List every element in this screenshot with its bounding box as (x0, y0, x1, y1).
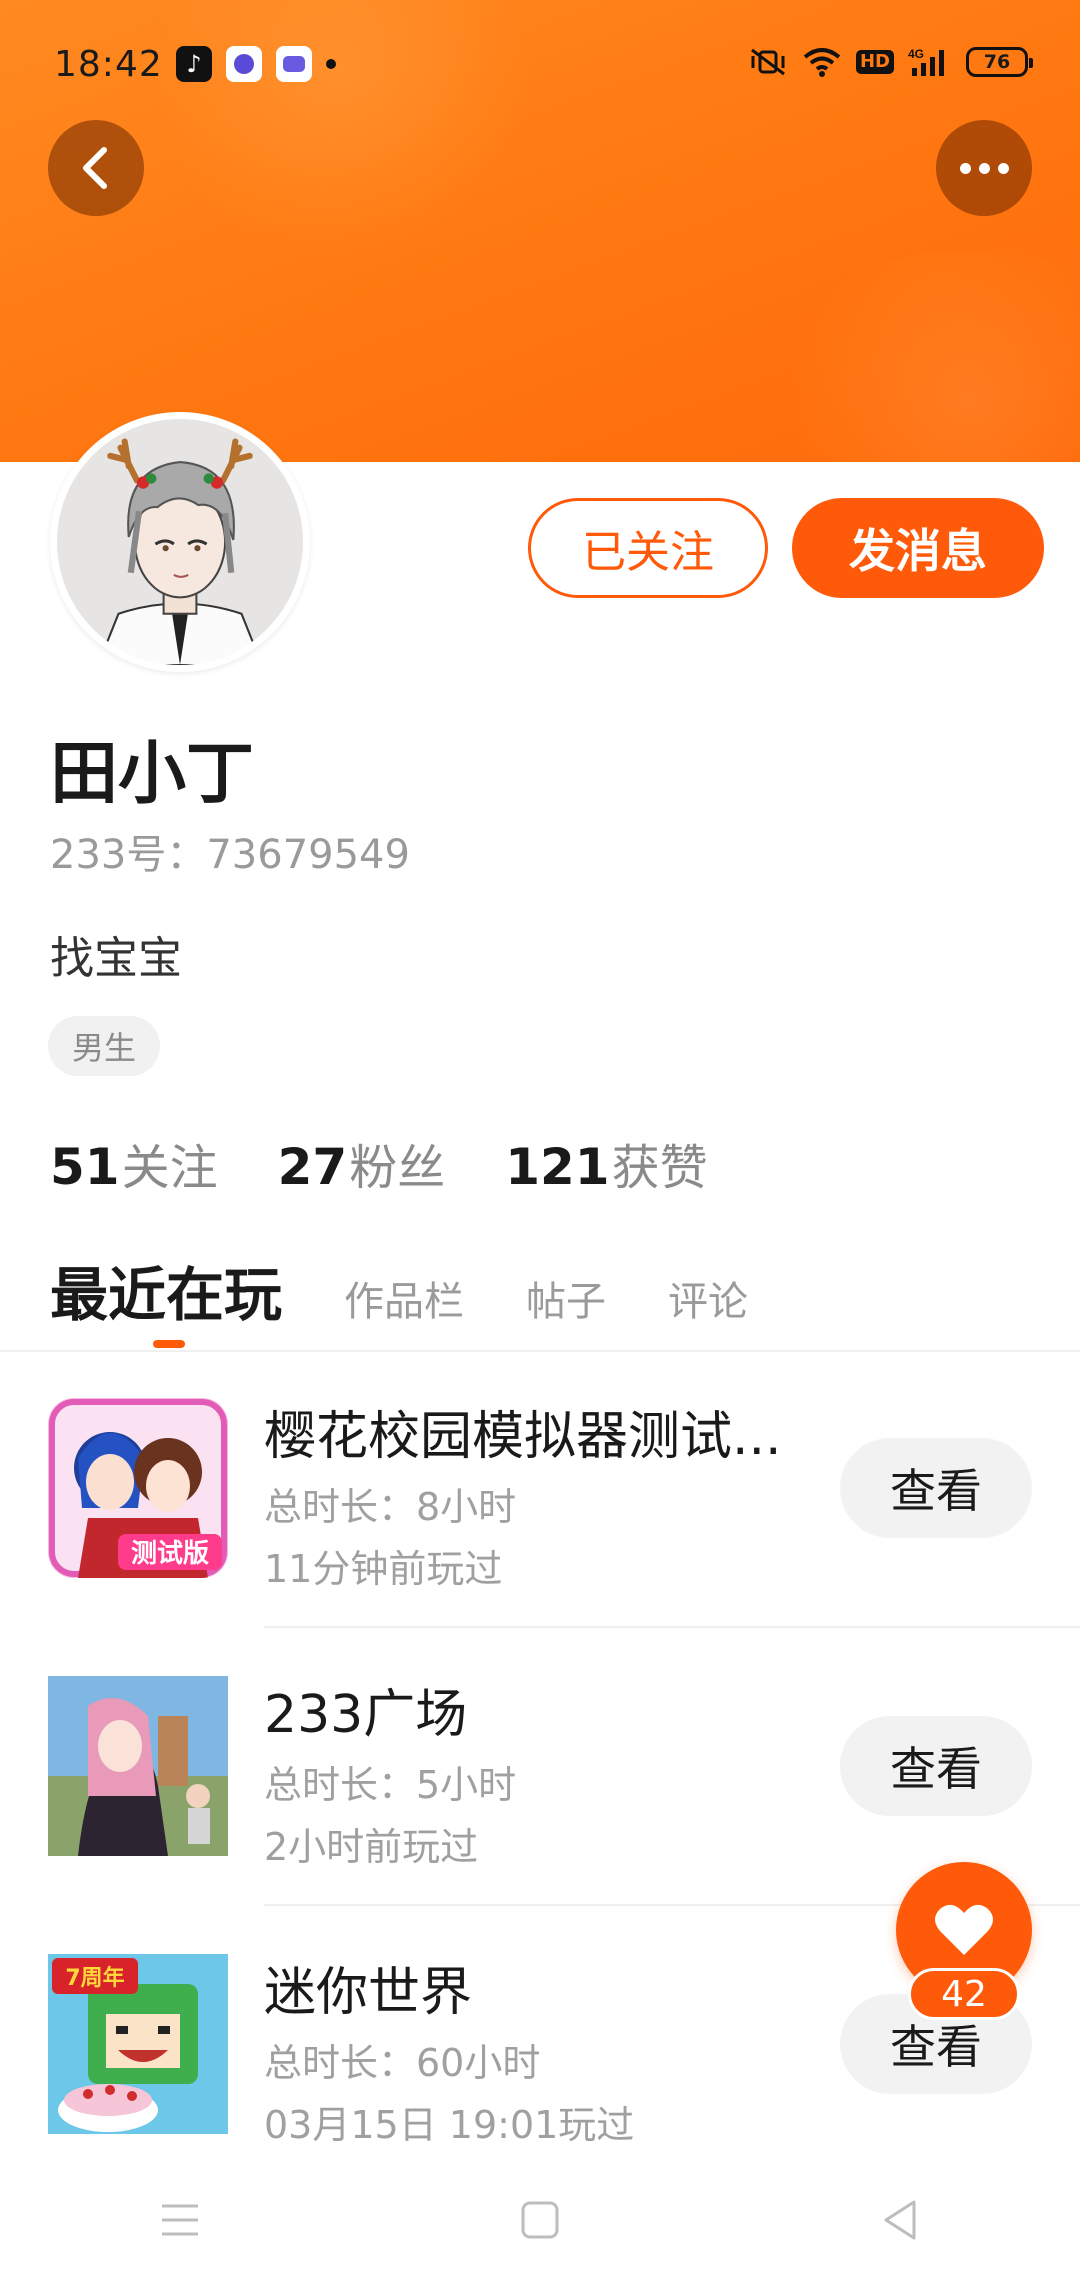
stat-count: 51 (50, 1138, 120, 1196)
list-item[interactable]: 测试版 樱花校园模拟器测试... 总时长：8小时 11分钟前玩过 查看 (0, 1398, 1080, 1658)
banner-decoration (760, 250, 1080, 462)
recents-button[interactable] (120, 2175, 240, 2265)
menu-icon (162, 2204, 198, 2236)
game-title: 樱花校园模拟器测试... (264, 1407, 782, 1467)
home-button[interactable] (480, 2175, 600, 2265)
likes-stat[interactable]: 121 获赞 (505, 1128, 707, 1198)
tiktok-notification-icon: ♪ (176, 46, 212, 82)
app-notification-icon (226, 46, 262, 82)
triangle-back-icon (884, 2200, 916, 2240)
followers-stat[interactable]: 27 粉丝 (278, 1128, 446, 1198)
back-button[interactable] (48, 120, 144, 216)
mini-world-icon: 7周年 (48, 1954, 228, 2134)
followed-button[interactable]: 已关注 (528, 498, 768, 598)
vibrate-mute-icon (751, 48, 785, 76)
tab-works[interactable]: 作品栏 (344, 1269, 464, 1327)
stat-label: 获赞 (611, 1140, 708, 1196)
stat-count: 27 (277, 1138, 348, 1196)
divider (0, 1350, 1080, 1352)
svg-text:测试版: 测试版 (131, 1539, 209, 1569)
wifi-icon (803, 48, 841, 77)
gender-tag: 男生 (48, 1016, 161, 1076)
chevron-left-icon (83, 147, 107, 189)
divider (264, 1626, 1080, 1628)
message-app-notification-icon (276, 46, 312, 82)
profile-stats: 51 关注 27 粉丝 121 获赞 (50, 1128, 768, 1198)
battery-icon: 76 (966, 47, 1033, 77)
following-stat[interactable]: 51 关注 (50, 1128, 218, 1198)
svg-text:4G: 4G (908, 47, 924, 61)
sakura-school-icon: 测试版 (48, 1398, 228, 1578)
profile-tabs: 最近在玩 作品栏 帖子 评论 (50, 1248, 810, 1332)
view-button[interactable]: 查看 (840, 1438, 1032, 1538)
avatar-image (57, 419, 303, 665)
game-last-played: 2小时前玩过 (264, 1825, 479, 1869)
game-duration: 总时长：60小时 (264, 2041, 541, 2085)
system-back-button[interactable] (840, 2175, 960, 2265)
system-nav-bar (0, 2160, 1080, 2280)
avatar[interactable] (50, 412, 310, 672)
profile-banner: 18:42 ♪ HD 4G 76 (0, 0, 1080, 462)
stat-count: 121 (505, 1138, 610, 1196)
like-count-badge: 42 (908, 1968, 1020, 2020)
send-message-button[interactable]: 发消息 (792, 498, 1044, 598)
game-duration: 总时长：5小时 (264, 1763, 517, 1807)
signal-4g-icon: 4G (908, 47, 944, 76)
hd-voice-icon: HD (855, 50, 894, 74)
plaza-233-icon (48, 1676, 228, 1856)
game-title: 迷你世界 (264, 1963, 473, 2023)
profile-name: 田小丁 (50, 735, 255, 814)
heart-icon (935, 1904, 993, 1955)
more-notifications-dot-icon (326, 59, 336, 69)
status-time: 18:42 (54, 44, 163, 85)
tab-comments[interactable]: 评论 (668, 1269, 748, 1327)
tab-recently-played[interactable]: 最近在玩 (50, 1248, 282, 1332)
status-bar: 18:42 ♪ HD 4G 76 (0, 0, 1080, 130)
view-button[interactable]: 查看 (840, 1716, 1032, 1816)
profile-id: 233号：73679549 (50, 832, 410, 878)
stat-label: 关注 (121, 1140, 218, 1196)
tab-posts[interactable]: 帖子 (526, 1269, 606, 1327)
game-last-played: 11分钟前玩过 (264, 1547, 503, 1591)
more-options-button[interactable] (936, 120, 1032, 216)
stat-label: 粉丝 (349, 1140, 446, 1196)
notification-icons: ♪ (176, 46, 336, 82)
square-icon (521, 2201, 559, 2239)
game-duration: 总时长：8小时 (264, 1485, 517, 1529)
system-icons: HD 4G 76 (748, 46, 1033, 78)
more-dots-icon (959, 162, 1009, 174)
profile-bio: 找宝宝 (50, 933, 182, 984)
active-tab-indicator (153, 1340, 185, 1348)
game-title: 233广场 (264, 1685, 468, 1745)
game-last-played: 03月15日 19:01玩过 (264, 2103, 635, 2147)
svg-text:7周年: 7周年 (65, 1965, 124, 1991)
